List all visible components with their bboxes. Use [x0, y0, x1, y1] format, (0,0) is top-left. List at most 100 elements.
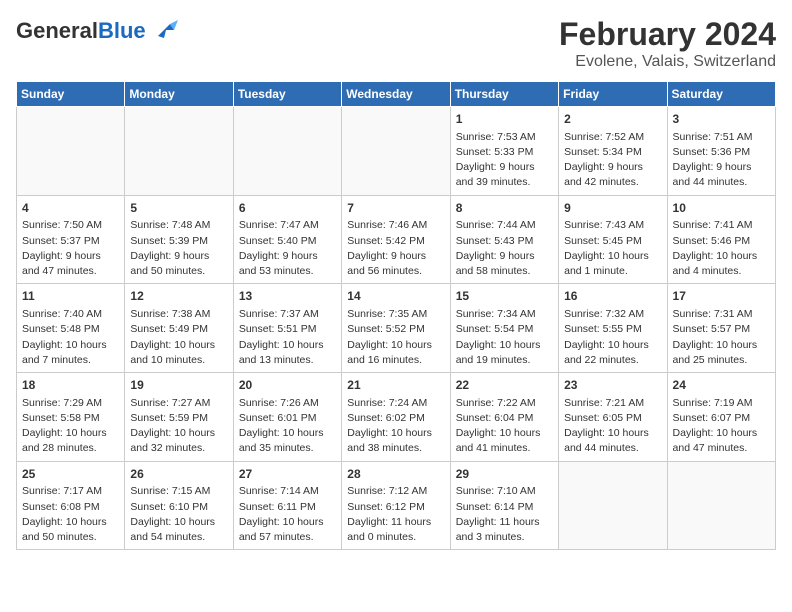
day-info: Sunrise: 7:17 AM Sunset: 6:08 PM Dayligh… — [22, 484, 119, 545]
calendar-cell: 8Sunrise: 7:44 AM Sunset: 5:43 PM Daylig… — [450, 195, 558, 284]
day-number: 17 — [673, 288, 770, 305]
day-info: Sunrise: 7:40 AM Sunset: 5:48 PM Dayligh… — [22, 307, 119, 368]
day-number: 28 — [347, 466, 444, 483]
day-number: 15 — [456, 288, 553, 305]
day-number: 16 — [564, 288, 661, 305]
calendar-body: 1 Sunrise: 7:53 AM Sunset: 5:33 PM Daylig… — [17, 107, 776, 550]
calendar-cell: 28Sunrise: 7:12 AM Sunset: 6:12 PM Dayli… — [342, 461, 450, 550]
day-number: 7 — [347, 200, 444, 217]
day-number: 8 — [456, 200, 553, 217]
calendar-cell: 1 Sunrise: 7:53 AM Sunset: 5:33 PM Daylig… — [450, 107, 558, 196]
calendar-cell: 11 Sunrise: 7:40 AM Sunset: 5:48 PM Dayli… — [17, 284, 125, 373]
calendar-cell — [233, 107, 341, 196]
calendar-cell: 16Sunrise: 7:32 AM Sunset: 5:55 PM Dayli… — [559, 284, 667, 373]
day-number: 5 — [130, 200, 227, 217]
calendar-cell: 2 Sunrise: 7:52 AM Sunset: 5:34 PM Daylig… — [559, 107, 667, 196]
day-number: 1 — [456, 111, 553, 128]
day-info: Sunrise: 7:51 AM Sunset: 5:36 PM Dayligh… — [673, 130, 770, 191]
day-info: Sunrise: 7:31 AM Sunset: 5:57 PM Dayligh… — [673, 307, 770, 368]
calendar-location: Evolene, Valais, Switzerland — [559, 53, 776, 71]
calendar-cell: 3 Sunrise: 7:51 AM Sunset: 5:36 PM Daylig… — [667, 107, 775, 196]
weekday-header-wednesday: Wednesday — [342, 82, 450, 107]
day-number: 29 — [456, 466, 553, 483]
day-number: 10 — [673, 200, 770, 217]
day-number: 23 — [564, 377, 661, 394]
calendar-cell: 25Sunrise: 7:17 AM Sunset: 6:08 PM Dayli… — [17, 461, 125, 550]
calendar-cell: 9Sunrise: 7:43 AM Sunset: 5:45 PM Daylig… — [559, 195, 667, 284]
day-number: 22 — [456, 377, 553, 394]
calendar-cell: 7Sunrise: 7:46 AM Sunset: 5:42 PM Daylig… — [342, 195, 450, 284]
day-number: 20 — [239, 377, 336, 394]
calendar-cell: 13 Sunrise: 7:37 AM Sunset: 5:51 PM Dayli… — [233, 284, 341, 373]
calendar-cell: 19 Sunrise: 7:27 AM Sunset: 5:59 PM Dayli… — [125, 373, 233, 462]
logo-bird-icon — [148, 16, 178, 46]
calendar-cell: 17 Sunrise: 7:31 AM Sunset: 5:57 PM Dayli… — [667, 284, 775, 373]
day-info: Sunrise: 7:38 AM Sunset: 5:49 PM Dayligh… — [130, 307, 227, 368]
day-info: Sunrise: 7:48 AM Sunset: 5:39 PM Dayligh… — [130, 218, 227, 279]
calendar-cell: 23 Sunrise: 7:21 AM Sunset: 6:05 PM Dayli… — [559, 373, 667, 462]
day-number: 12 — [130, 288, 227, 305]
day-number: 3 — [673, 111, 770, 128]
day-number: 24 — [673, 377, 770, 394]
day-info: Sunrise: 7:24 AM Sunset: 6:02 PM Dayligh… — [347, 396, 444, 457]
day-info: Sunrise: 7:35 AM Sunset: 5:52 PM Dayligh… — [347, 307, 444, 368]
day-info: Sunrise: 7:53 AM Sunset: 5:33 PM Dayligh… — [456, 130, 553, 191]
day-info: Sunrise: 7:26 AM Sunset: 6:01 PM Dayligh… — [239, 396, 336, 457]
weekday-header-thursday: Thursday — [450, 82, 558, 107]
calendar-week-row: 25Sunrise: 7:17 AM Sunset: 6:08 PM Dayli… — [17, 461, 776, 550]
calendar-cell — [125, 107, 233, 196]
calendar-month-year: February 2024 — [559, 16, 776, 53]
calendar-cell — [667, 461, 775, 550]
calendar-cell: 10Sunrise: 7:41 AM Sunset: 5:46 PM Dayli… — [667, 195, 775, 284]
day-info: Sunrise: 7:46 AM Sunset: 5:42 PM Dayligh… — [347, 218, 444, 279]
day-number: 14 — [347, 288, 444, 305]
calendar-cell: 5Sunrise: 7:48 AM Sunset: 5:39 PM Daylig… — [125, 195, 233, 284]
calendar-cell: 26Sunrise: 7:15 AM Sunset: 6:10 PM Dayli… — [125, 461, 233, 550]
day-number: 11 — [22, 288, 119, 305]
calendar-title-block: February 2024 Evolene, Valais, Switzerla… — [559, 16, 776, 71]
calendar-cell — [17, 107, 125, 196]
day-info: Sunrise: 7:12 AM Sunset: 6:12 PM Dayligh… — [347, 484, 444, 545]
weekday-header-monday: Monday — [125, 82, 233, 107]
calendar-week-row: 4Sunrise: 7:50 AM Sunset: 5:37 PM Daylig… — [17, 195, 776, 284]
day-number: 2 — [564, 111, 661, 128]
day-number: 27 — [239, 466, 336, 483]
day-info: Sunrise: 7:37 AM Sunset: 5:51 PM Dayligh… — [239, 307, 336, 368]
calendar-cell: 21 Sunrise: 7:24 AM Sunset: 6:02 PM Dayli… — [342, 373, 450, 462]
calendar-cell — [559, 461, 667, 550]
calendar-table: SundayMondayTuesdayWednesdayThursdayFrid… — [16, 81, 776, 550]
day-info: Sunrise: 7:10 AM Sunset: 6:14 PM Dayligh… — [456, 484, 553, 545]
day-info: Sunrise: 7:21 AM Sunset: 6:05 PM Dayligh… — [564, 396, 661, 457]
day-number: 26 — [130, 466, 227, 483]
day-number: 21 — [347, 377, 444, 394]
page-header: GeneralBlue February 2024 Evolene, Valai… — [16, 16, 776, 71]
day-info: Sunrise: 7:22 AM Sunset: 6:04 PM Dayligh… — [456, 396, 553, 457]
day-info: Sunrise: 7:52 AM Sunset: 5:34 PM Dayligh… — [564, 130, 661, 191]
calendar-cell: 18Sunrise: 7:29 AM Sunset: 5:58 PM Dayli… — [17, 373, 125, 462]
day-info: Sunrise: 7:41 AM Sunset: 5:46 PM Dayligh… — [673, 218, 770, 279]
day-number: 9 — [564, 200, 661, 217]
day-number: 13 — [239, 288, 336, 305]
day-info: Sunrise: 7:44 AM Sunset: 5:43 PM Dayligh… — [456, 218, 553, 279]
day-number: 6 — [239, 200, 336, 217]
calendar-header-row: SundayMondayTuesdayWednesdayThursdayFrid… — [17, 82, 776, 107]
weekday-header-tuesday: Tuesday — [233, 82, 341, 107]
calendar-cell: 20 Sunrise: 7:26 AM Sunset: 6:01 PM Dayli… — [233, 373, 341, 462]
day-info: Sunrise: 7:34 AM Sunset: 5:54 PM Dayligh… — [456, 307, 553, 368]
calendar-cell: 14 Sunrise: 7:35 AM Sunset: 5:52 PM Dayli… — [342, 284, 450, 373]
day-number: 19 — [130, 377, 227, 394]
day-info: Sunrise: 7:27 AM Sunset: 5:59 PM Dayligh… — [130, 396, 227, 457]
day-number: 4 — [22, 200, 119, 217]
calendar-cell: 29Sunrise: 7:10 AM Sunset: 6:14 PM Dayli… — [450, 461, 558, 550]
calendar-week-row: 11 Sunrise: 7:40 AM Sunset: 5:48 PM Dayli… — [17, 284, 776, 373]
calendar-week-row: 1 Sunrise: 7:53 AM Sunset: 5:33 PM Daylig… — [17, 107, 776, 196]
weekday-header-saturday: Saturday — [667, 82, 775, 107]
day-info: Sunrise: 7:19 AM Sunset: 6:07 PM Dayligh… — [673, 396, 770, 457]
day-number: 25 — [22, 466, 119, 483]
calendar-cell: 22 Sunrise: 7:22 AM Sunset: 6:04 PM Dayli… — [450, 373, 558, 462]
calendar-cell: 15 Sunrise: 7:34 AM Sunset: 5:54 PM Dayli… — [450, 284, 558, 373]
day-info: Sunrise: 7:29 AM Sunset: 5:58 PM Dayligh… — [22, 396, 119, 457]
calendar-week-row: 18Sunrise: 7:29 AM Sunset: 5:58 PM Dayli… — [17, 373, 776, 462]
calendar-cell: 6Sunrise: 7:47 AM Sunset: 5:40 PM Daylig… — [233, 195, 341, 284]
day-info: Sunrise: 7:47 AM Sunset: 5:40 PM Dayligh… — [239, 218, 336, 279]
